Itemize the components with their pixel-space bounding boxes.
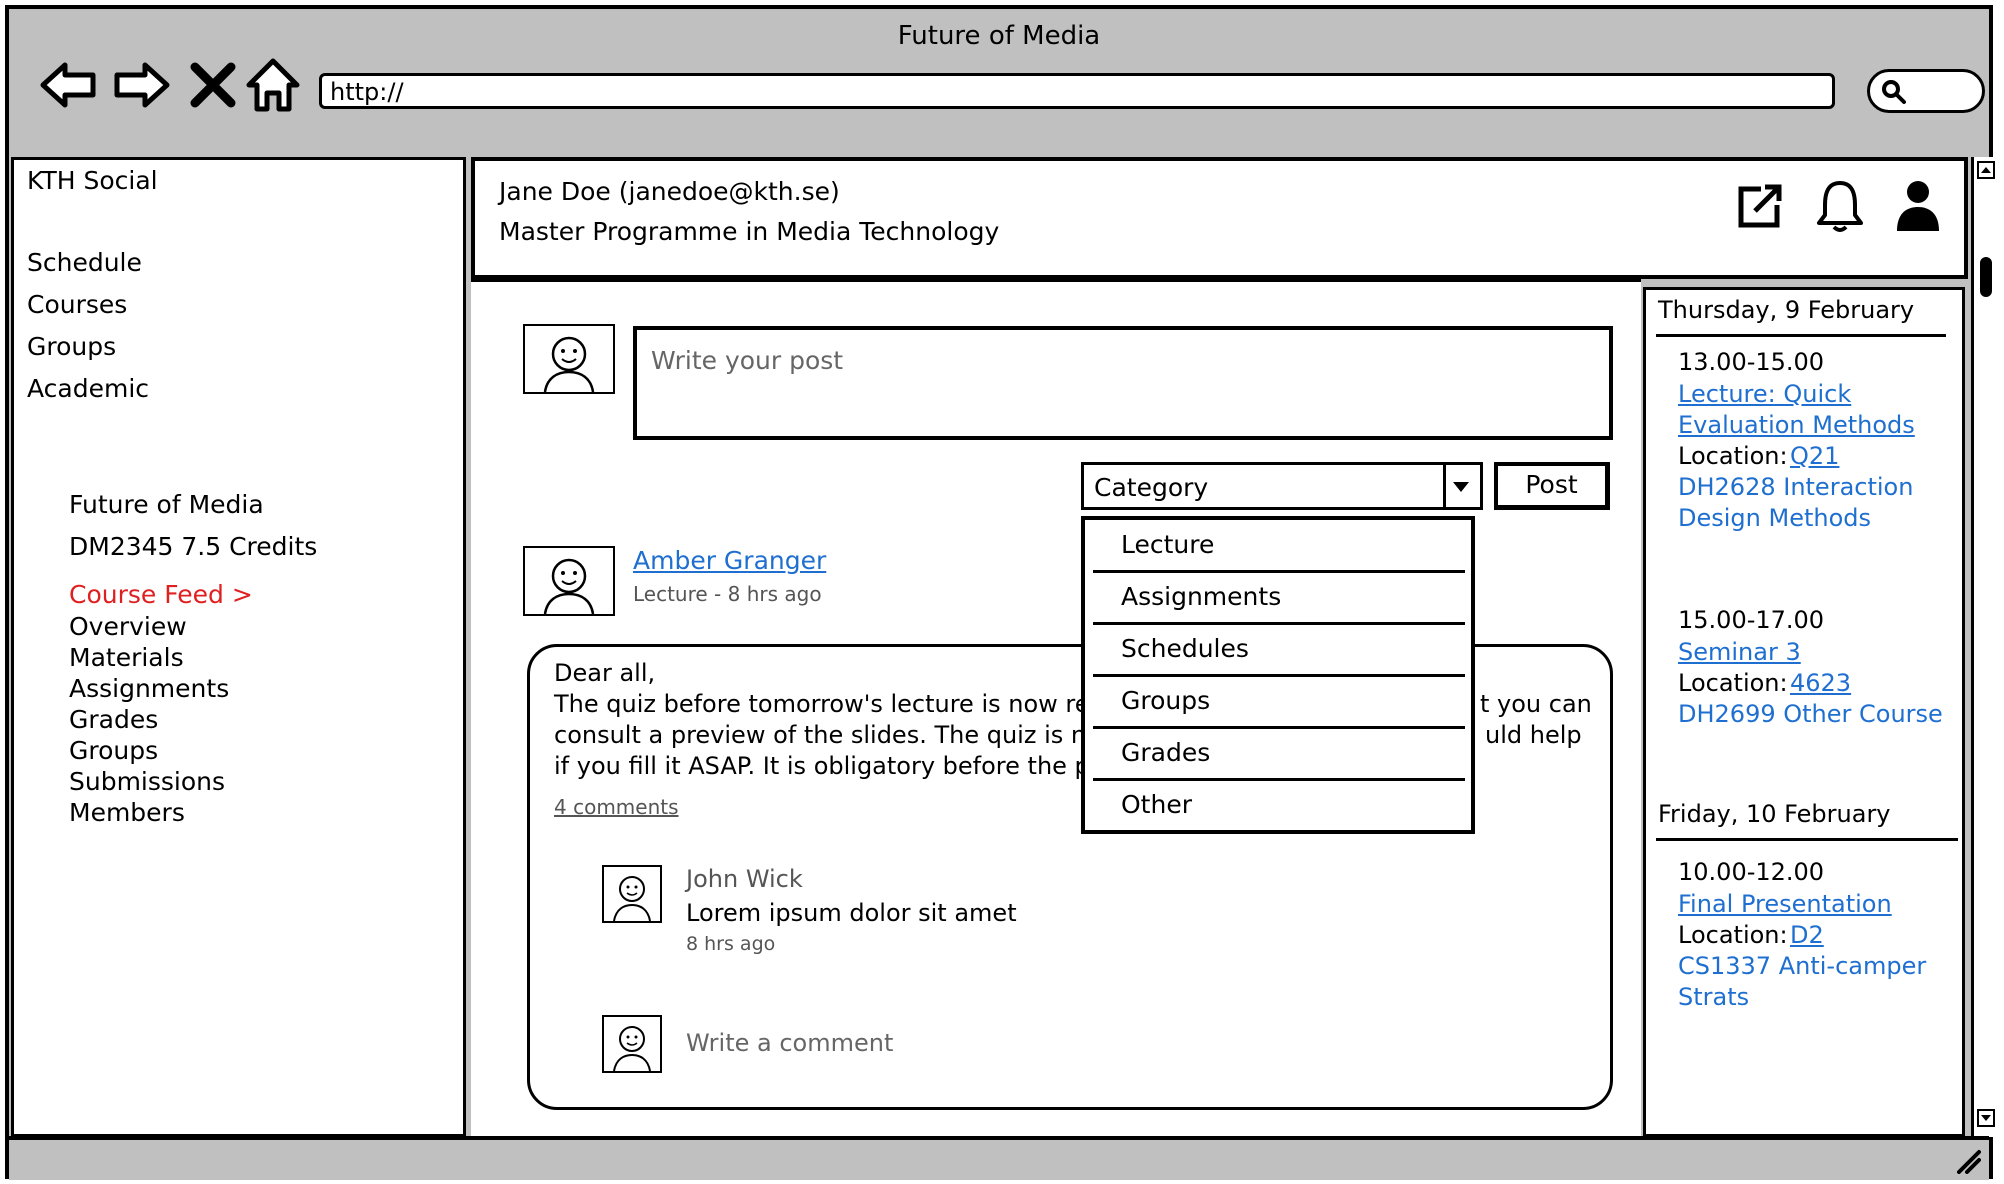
sidebar-item-groups[interactable]: Groups <box>27 332 116 361</box>
resize-handle-icon[interactable] <box>1953 1146 1981 1174</box>
category-option-assignments[interactable]: Assignments <box>1121 582 1281 611</box>
category-option-lecture[interactable]: Lecture <box>1121 530 1214 559</box>
sidebar-item-materials[interactable]: Materials <box>69 643 184 672</box>
post-text-line: uld help <box>1485 721 1582 749</box>
sidebar-item-submissions[interactable]: Submissions <box>69 767 225 796</box>
day-heading: Friday, 10 February <box>1658 800 1891 828</box>
avatar <box>602 865 662 923</box>
comments-link[interactable]: 4 comments <box>554 795 679 819</box>
post-text-line: consult a preview of the slides. The qui… <box>554 721 1087 749</box>
bell-icon[interactable] <box>1813 177 1867 235</box>
scroll-down-icon[interactable] <box>1977 1109 1995 1127</box>
category-option-schedules[interactable]: Schedules <box>1121 634 1249 663</box>
event-title-link[interactable]: Final Presentation <box>1678 890 1892 918</box>
event-title-link[interactable]: Lecture: Quick <box>1678 380 1851 408</box>
course-title: Future of Media <box>69 490 264 519</box>
avatar <box>523 546 615 616</box>
course-feed: Write your post Category Post Amber Gran… <box>471 279 1641 1137</box>
day-heading: Thursday, 9 February <box>1658 296 1915 324</box>
stop-icon[interactable] <box>181 53 245 117</box>
schedule-panel: Thursday, 9 February 13.00-15.00 Lecture… <box>1643 287 1965 1137</box>
category-option-grades[interactable]: Grades <box>1121 738 1210 767</box>
window-title: Future of Media <box>897 21 1101 51</box>
browser-window: Future of Media http:// KTH Social Sched… <box>5 5 1999 1180</box>
category-select[interactable]: Category <box>1081 462 1483 510</box>
course-name[interactable]: DH2699 Other Course <box>1678 700 1943 728</box>
forward-icon[interactable] <box>109 53 173 117</box>
post-text-line: The quiz before tomorrow's lecture is no… <box>554 690 1090 718</box>
sidebar-item-course-feed[interactable]: Course Feed > <box>69 580 253 609</box>
post-author-link[interactable]: Amber Granger <box>633 546 826 575</box>
course-name[interactable]: Strats <box>1678 983 1749 1011</box>
home-icon[interactable] <box>241 53 305 117</box>
event-time: 15.00-17.00 <box>1678 606 1825 634</box>
user-avatar-icon <box>613 876 651 922</box>
post-placeholder: Write your post <box>651 346 844 375</box>
chevron-down-icon <box>1453 482 1469 492</box>
sidebar-item-groups-course[interactable]: Groups <box>69 736 158 765</box>
course-name[interactable]: DH2628 Interaction <box>1678 473 1913 501</box>
user-icon[interactable] <box>1893 177 1943 235</box>
external-link-icon[interactable] <box>1733 179 1787 233</box>
sidebar-item-courses[interactable]: Courses <box>27 290 127 319</box>
category-option-other[interactable]: Other <box>1121 790 1192 819</box>
sidebar-item-grades[interactable]: Grades <box>69 705 158 734</box>
post-greeting: Dear all, <box>554 659 656 687</box>
sidebar-item-assignments[interactable]: Assignments <box>69 674 229 703</box>
post-text-line: t you can <box>1480 690 1592 718</box>
avatar <box>602 1015 662 1073</box>
scroll-up-icon[interactable] <box>1977 161 1995 179</box>
post-meta: Lecture - 8 hrs ago <box>633 582 822 606</box>
category-dropdown: Lecture Assignments Schedules Groups Gra… <box>1081 516 1475 834</box>
location-link[interactable]: 4623 <box>1790 669 1851 697</box>
category-option-groups[interactable]: Groups <box>1121 686 1210 715</box>
post-composer[interactable]: Write your post <box>633 326 1613 440</box>
comment-text: Lorem ipsum dolor sit amet <box>686 899 1017 927</box>
post-button-label: Post <box>1525 470 1578 499</box>
sidebar: KTH Social Schedule Courses Groups Acade… <box>11 157 466 1137</box>
sidebar-item-academic[interactable]: Academic <box>27 374 149 403</box>
sidebar-item-members[interactable]: Members <box>69 798 185 827</box>
location-label: Location: <box>1678 442 1788 470</box>
location-label: Location: <box>1678 921 1788 949</box>
search-icon <box>1882 80 1906 104</box>
comment-time: 8 hrs ago <box>686 933 776 955</box>
post-button[interactable]: Post <box>1494 462 1610 510</box>
event-time: 10.00-12.00 <box>1678 858 1825 886</box>
location-link[interactable]: D2 <box>1790 921 1824 949</box>
event-title-link[interactable]: Evaluation Methods <box>1678 411 1915 439</box>
location-label: Location: <box>1678 669 1788 697</box>
user-programme: Master Programme in Media Technology <box>499 217 1000 246</box>
search-field[interactable] <box>1867 69 1985 113</box>
sidebar-item-schedule[interactable]: Schedule <box>27 248 142 277</box>
course-name[interactable]: CS1337 Anti-camper <box>1678 952 1926 980</box>
event-time: 13.00-15.00 <box>1678 348 1825 376</box>
location-link[interactable]: Q21 <box>1790 442 1839 470</box>
scrollbar-thumb[interactable] <box>1980 257 1992 297</box>
status-bar <box>9 1136 1989 1180</box>
address-bar[interactable]: http:// <box>319 73 1835 109</box>
user-avatar-icon <box>613 1026 651 1072</box>
post-text-line: if you fill it ASAP. It is obligatory be… <box>554 752 1090 780</box>
brand-label: KTH Social <box>27 166 158 195</box>
user-avatar-icon <box>543 336 595 393</box>
user-name: Jane Doe (janedoe@kth.se) <box>499 177 840 206</box>
course-code: DM2345 7.5 Credits <box>69 532 318 561</box>
comment-author[interactable]: John Wick <box>686 865 803 893</box>
course-name[interactable]: Design Methods <box>1678 504 1871 532</box>
user-avatar-icon <box>543 558 595 615</box>
sidebar-item-overview[interactable]: Overview <box>69 612 187 641</box>
back-icon[interactable] <box>37 53 101 117</box>
profile-header: Jane Doe (janedoe@kth.se) Master Program… <box>471 157 1968 279</box>
category-label: Category <box>1094 473 1209 502</box>
avatar <box>523 324 615 394</box>
comment-input[interactable]: Write a comment <box>686 1029 893 1057</box>
event-title-link[interactable]: Seminar 3 <box>1678 638 1801 666</box>
vertical-scrollbar[interactable] <box>1971 157 1999 1137</box>
